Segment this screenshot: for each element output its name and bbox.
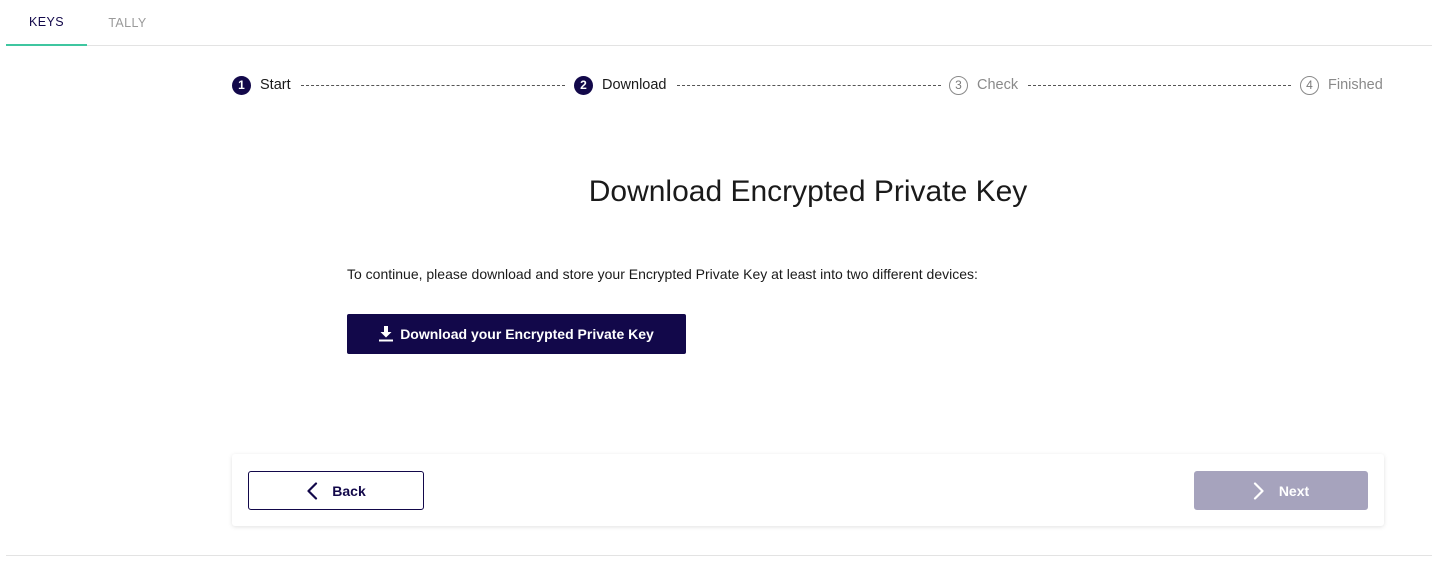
next-button-label: Next: [1278, 482, 1310, 499]
step-label: Start: [260, 77, 291, 93]
download-key-label: Download your Encrypted Private Key: [400, 326, 654, 342]
download-icon: [379, 326, 394, 342]
chevron-right-icon: [1253, 481, 1264, 500]
step-start: 1 Start: [232, 75, 291, 95]
step-number: 3: [949, 75, 968, 95]
step-connector: [677, 85, 941, 86]
step-label: Check: [977, 77, 1019, 93]
back-button[interactable]: Back: [248, 471, 424, 510]
step-label: Download: [602, 77, 667, 93]
tab-tally-label: TALLY: [108, 16, 147, 30]
next-button[interactable]: Next: [1194, 471, 1368, 510]
step-number: 2: [574, 75, 593, 95]
step-connector: [301, 85, 565, 86]
tab-bar: KEYS TALLY: [6, 0, 1432, 46]
bottom-divider: [6, 555, 1432, 556]
tab-keys[interactable]: KEYS: [6, 0, 87, 46]
step-number: 4: [1300, 75, 1319, 95]
navigation-footer: Back Next: [232, 454, 1384, 526]
chevron-left-icon: [307, 481, 318, 500]
step-connector: [1028, 85, 1291, 86]
tab-tally[interactable]: TALLY: [87, 0, 168, 46]
page-title: Download Encrypted Private Key: [588, 175, 1028, 208]
progress-stepper: 1 Start 2 Download 3 Check 4 Finished: [232, 75, 1384, 95]
step-finished: 4 Finished: [1300, 75, 1383, 95]
instructions-text: To continue, please download and store y…: [347, 266, 978, 282]
step-number: 1: [232, 75, 251, 95]
download-key-button[interactable]: Download your Encrypted Private Key: [347, 314, 686, 354]
step-label: Finished: [1328, 77, 1383, 93]
step-download: 2 Download: [574, 75, 667, 95]
back-button-label: Back: [332, 482, 366, 499]
step-check: 3 Check: [949, 75, 1018, 95]
tab-keys-label: KEYS: [29, 15, 64, 29]
